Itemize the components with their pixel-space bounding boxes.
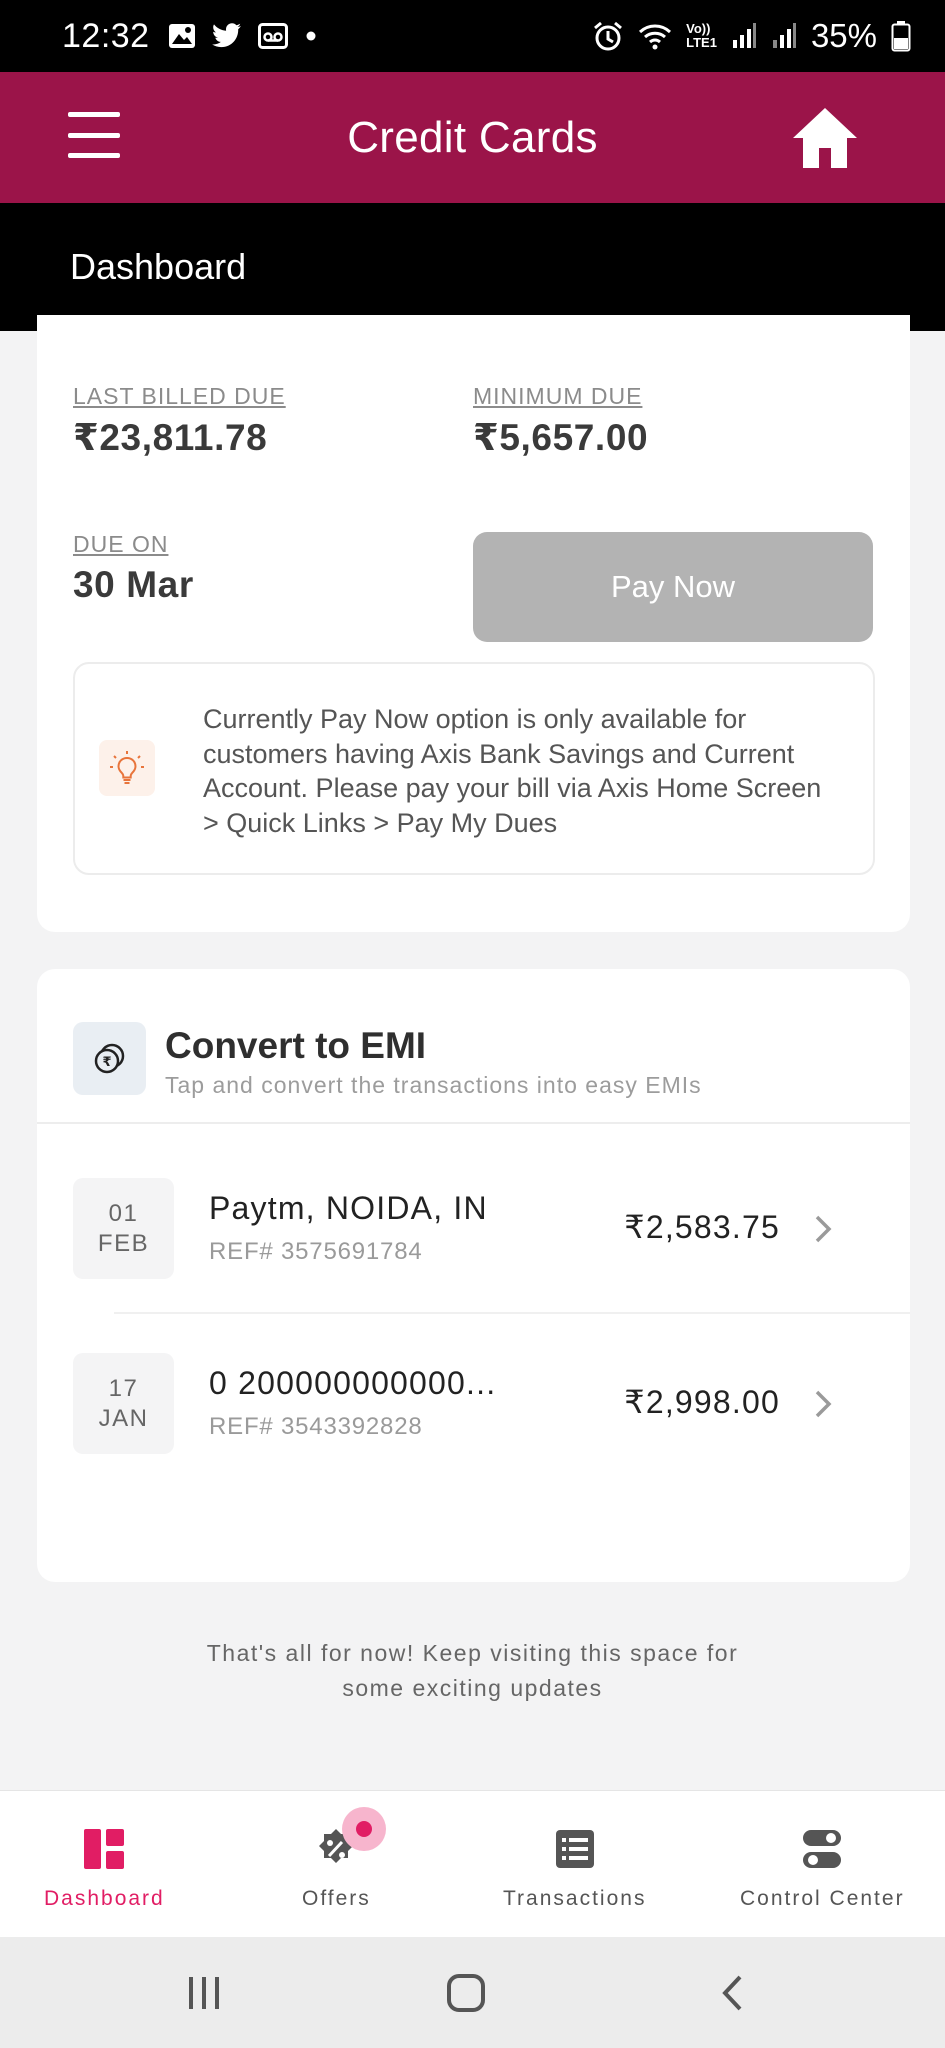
lightbulb-icon xyxy=(110,751,144,784)
lte-label: LTE1 xyxy=(686,35,717,50)
dot-icon xyxy=(306,31,316,41)
battery-percent: 35% xyxy=(810,17,877,54)
date-day: 17 xyxy=(108,1374,139,1402)
volte-label: Vo)) xyxy=(686,21,711,36)
page-title: Credit Cards xyxy=(347,112,598,162)
rupee-coins-icon-wrap: ₹ xyxy=(73,1022,146,1095)
nav-label: Transactions xyxy=(503,1887,647,1910)
chevron-right-icon xyxy=(815,1390,832,1418)
transaction-row[interactable]: 17 JAN 0 200000000000... REF# 3543392828… xyxy=(37,1353,910,1463)
twitter-icon xyxy=(211,23,241,48)
minimum-due: MINIMUM DUE ₹5,657.00 xyxy=(473,383,648,459)
footer-note: That's all for now! Keep visiting this s… xyxy=(0,1636,945,1706)
minimum-due-label: MINIMUM DUE xyxy=(473,383,643,409)
transaction-ref: REF# 3543392828 xyxy=(209,1413,423,1440)
signal-icon-2 xyxy=(772,23,796,48)
recent-apps-icon[interactable] xyxy=(186,1973,222,2013)
transaction-amount: ₹2,998.00 xyxy=(624,1384,780,1420)
convert-to-emi-card: ₹ Convert to EMI Tap and convert the tra… xyxy=(37,969,910,1582)
footer-note-line-1: That's all for now! Keep visiting this s… xyxy=(206,1640,739,1666)
pay-now-button[interactable]: Pay Now xyxy=(473,532,873,642)
pay-info-text: Currently Pay Now option is only availab… xyxy=(203,704,822,838)
nav-label: Offers xyxy=(302,1887,371,1910)
signal-icon xyxy=(732,23,756,48)
system-nav-bar xyxy=(0,1937,945,2048)
minimum-due-value: ₹5,657.00 xyxy=(473,417,649,458)
nav-label: Control Center xyxy=(740,1887,905,1910)
date-month: JAN xyxy=(98,1404,149,1432)
section-title: Dashboard xyxy=(70,246,247,287)
voicemail-icon xyxy=(257,23,288,49)
wifi-icon xyxy=(639,24,672,50)
divider xyxy=(37,1122,910,1124)
last-billed-label: LAST BILLED DUE xyxy=(73,383,286,409)
sub-header: Dashboard xyxy=(0,203,945,331)
date-month: FEB xyxy=(97,1229,150,1257)
status-left-icons xyxy=(168,23,318,49)
status-right-icons: Vo)) LTE1 35% xyxy=(592,17,911,55)
nav-item-transactions[interactable]: Transactions xyxy=(503,1791,646,1938)
alarm-icon xyxy=(594,21,623,51)
dashboard-icon xyxy=(84,1829,125,1869)
emi-subtitle: Tap and convert the transactions into ea… xyxy=(165,1072,702,1098)
app-header: Credit Cards xyxy=(0,72,945,203)
transaction-amount: ₹2,583.75 xyxy=(624,1209,780,1245)
bottom-nav: Dashboard Offers Transactions Control Ce… xyxy=(0,1790,945,1937)
date-badge: 01 FEB xyxy=(73,1178,174,1279)
svg-text:₹: ₹ xyxy=(102,1055,111,1070)
volte-icon: Vo)) LTE1 xyxy=(686,22,717,50)
due-on-value: 30 Mar xyxy=(73,564,194,605)
battery-icon xyxy=(891,21,911,52)
home-icon[interactable] xyxy=(789,102,861,174)
nav-item-control-center[interactable]: Control Center xyxy=(740,1791,905,1938)
date-day: 01 xyxy=(108,1199,139,1227)
back-icon[interactable] xyxy=(718,1973,748,2013)
nav-item-offers[interactable]: Offers xyxy=(302,1791,387,1938)
control-center-icon xyxy=(803,1830,842,1868)
nav-item-dashboard[interactable]: Dashboard xyxy=(44,1791,165,1938)
emi-title: Convert to EMI xyxy=(165,1025,427,1066)
transactions-icon xyxy=(555,1830,594,1868)
notification-badge xyxy=(342,1807,387,1851)
last-billed-value: ₹23,811.78 xyxy=(73,417,268,458)
footer-note-line-2: some exciting updates xyxy=(342,1675,603,1701)
due-on-label: DUE ON xyxy=(73,531,169,557)
due-summary-card: LAST BILLED DUE ₹23,811.78 MINIMUM DUE ₹… xyxy=(37,315,910,932)
hamburger-menu-icon[interactable] xyxy=(68,112,120,158)
transaction-ref: REF# 3575691784 xyxy=(209,1238,423,1265)
nav-label: Dashboard xyxy=(44,1887,165,1910)
pay-info-box: Currently Pay Now option is only availab… xyxy=(73,662,875,875)
chevron-right-icon xyxy=(815,1215,832,1243)
home-button-icon[interactable] xyxy=(446,1973,486,2013)
status-time: 12:32 xyxy=(62,16,150,55)
offers-icon-wrap xyxy=(314,1807,387,1871)
rupee-coins-icon: ₹ xyxy=(94,1043,124,1073)
row-divider xyxy=(114,1312,910,1314)
date-badge: 17 JAN xyxy=(73,1353,174,1454)
due-on: DUE ON 30 Mar xyxy=(73,531,194,606)
transaction-merchant: Paytm, NOIDA, IN xyxy=(209,1190,488,1226)
transaction-row[interactable]: 01 FEB Paytm, NOIDA, IN REF# 3575691784 … xyxy=(37,1178,910,1288)
status-bar: 12:32 Vo)) LTE1 35% xyxy=(0,0,945,72)
lightbulb-icon-wrap xyxy=(99,740,155,796)
last-billed-due: LAST BILLED DUE ₹23,811.78 xyxy=(73,383,286,459)
gallery-icon xyxy=(168,24,195,48)
transaction-merchant: 0 200000000000... xyxy=(209,1365,497,1401)
